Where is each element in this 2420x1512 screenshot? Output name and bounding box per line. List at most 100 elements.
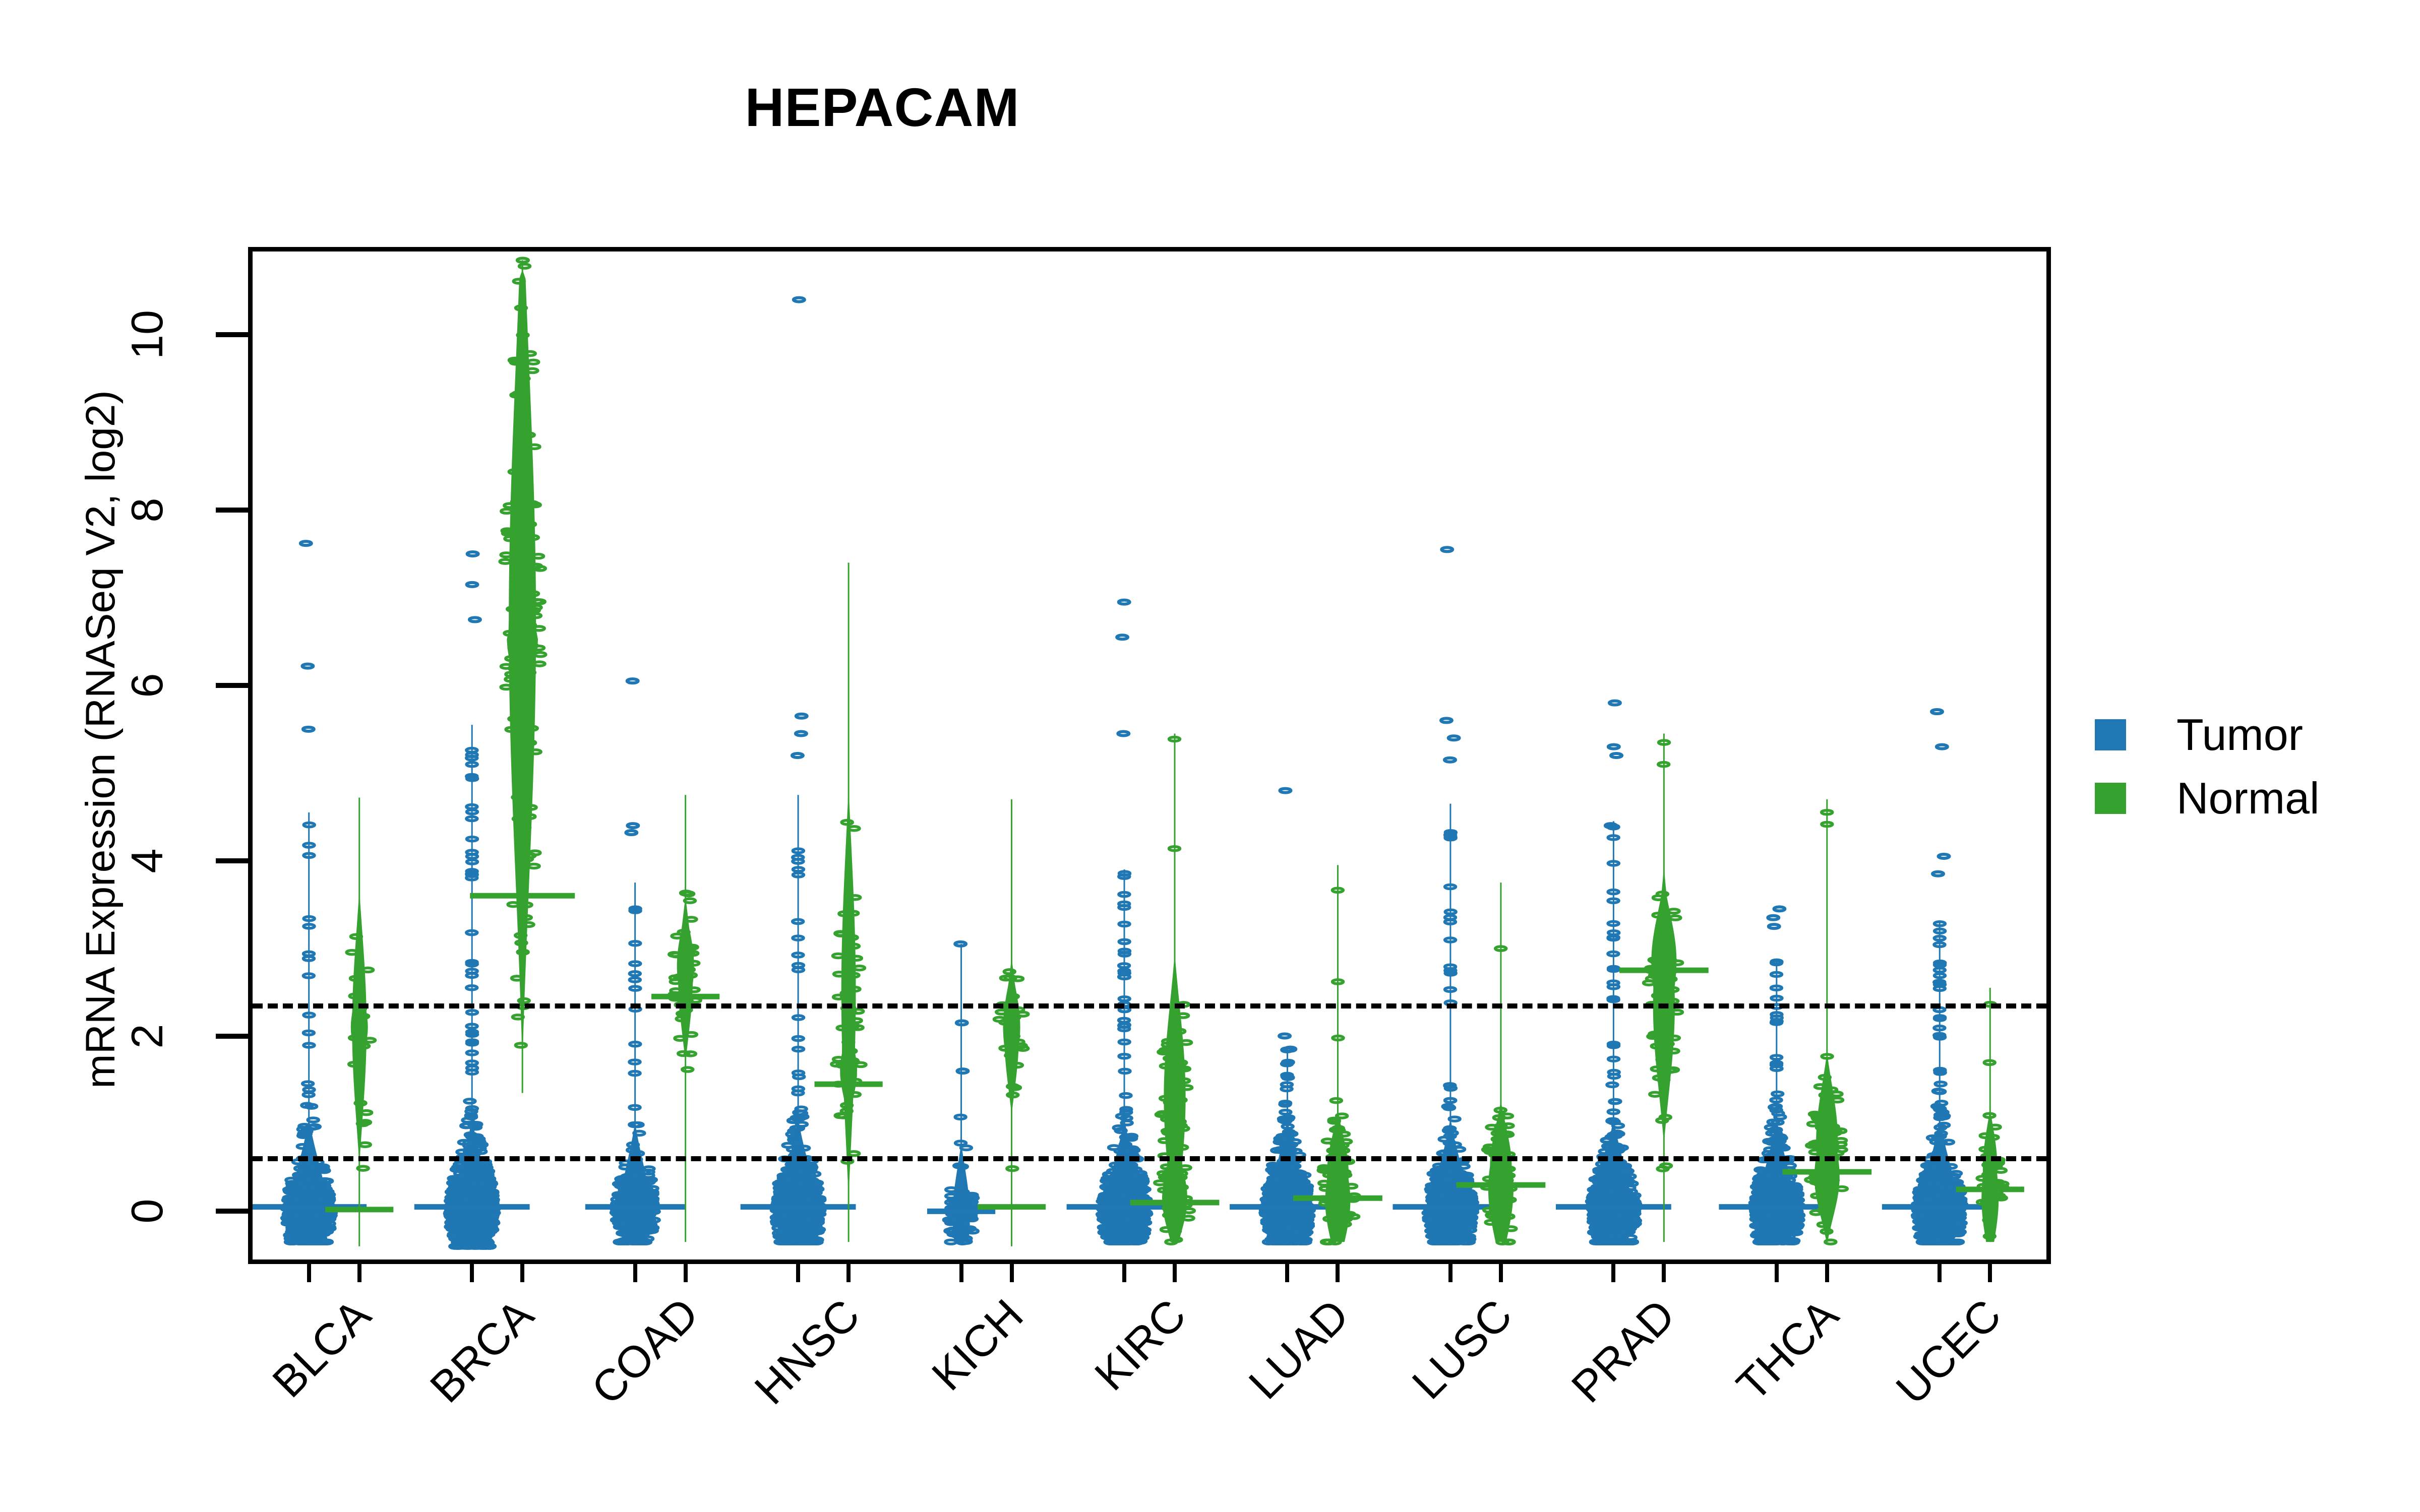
outlier-point [1440,546,1455,553]
legend-item-normal: Normal [2095,767,2320,830]
normal-swarm-column [651,795,720,1242]
x-axis-tick [1173,1264,1177,1282]
outlier-point [624,829,639,837]
y-axis-tick [216,332,248,338]
outlier-point [1767,923,1781,930]
outlier-point [300,662,315,670]
outlier-point [1766,914,1781,921]
x-axis-tick [1662,1264,1666,1282]
x-axis-tick [1988,1264,1992,1282]
x-axis-label-prad: PRAD [1562,1289,1685,1412]
x-axis-tick [1774,1264,1779,1282]
legend-label-tumor: Tumor [2176,710,2303,760]
normal-swarm-column [1619,733,1709,1242]
x-axis-tick [307,1264,311,1282]
x-axis-label-ucec: UCEC [1886,1289,2011,1414]
normal-swarm-column [325,797,394,1246]
x-axis-label-lusc: LUSC [1402,1289,1522,1409]
y-axis-tick-label: 6 [122,673,172,698]
x-axis-label-coad: COAD [581,1288,708,1414]
y-axis-tick [216,682,248,688]
outlier-point [1607,699,1622,707]
outlier-point [1278,1032,1292,1040]
x-axis-tick [1938,1264,1942,1282]
x-axis-tick [846,1264,851,1282]
x-axis-label-thca: THCA [1727,1289,1848,1411]
y-axis-label: mRNA Expression (RNASeq V2, log2) [78,390,124,1089]
x-axis-label-kirc: KIRC [1085,1289,1195,1400]
x-axis-tick [1825,1264,1829,1282]
x-axis-tick [633,1264,637,1282]
outlier-point [1446,734,1461,742]
outlier-point [467,616,482,623]
x-axis-label-luad: LUAD [1239,1289,1359,1409]
legend-item-tumor: Tumor [2095,703,2320,767]
outlier-point [1439,717,1454,724]
legend-swatch-normal [2095,783,2126,814]
y-axis-tick-label: 4 [122,848,172,873]
outlier-point [625,677,640,685]
y-axis-tick [216,858,248,863]
tumor-swarm-column [1882,708,1998,1245]
outlier-point [792,296,806,303]
y-axis-tick-label: 10 [122,310,172,360]
outlier-point [1931,870,1946,877]
threshold-line [253,1003,2046,1009]
tumor-swarm-column [253,540,367,1245]
x-axis-label-kich: KICH [922,1289,1033,1400]
outlier-point [1937,853,1951,860]
x-axis-tick [1009,1264,1014,1282]
outlier-point [955,1067,970,1075]
outlier-point [1934,743,1949,750]
y-axis-tick [216,508,248,513]
outlier-point [298,540,313,547]
threshold-line [253,1156,2046,1161]
outlier-point [301,725,316,733]
outlier-point [1609,752,1624,759]
outlier-point [790,752,805,759]
normal-swarm-column [977,799,1046,1246]
normal-swarm-column [1130,733,1220,1245]
outlier-point [1115,634,1130,641]
y-axis-tick [216,1033,248,1039]
x-axis-tick [796,1264,801,1282]
y-axis-tick-label: 8 [122,497,172,523]
x-axis-tick [520,1264,525,1282]
x-axis-tick [1448,1264,1453,1282]
x-axis-tick [683,1264,688,1282]
chart-title: HEPACAM [745,77,1020,138]
x-axis-tick [1336,1264,1340,1282]
plot-area [248,247,2051,1264]
y-axis-tick-label: 0 [122,1199,172,1224]
outlier-point [465,581,479,588]
outlier-point [1442,756,1457,764]
beeswarm-layer [253,257,2024,1250]
x-axis-tick [1611,1264,1616,1282]
x-axis-tick [959,1264,963,1282]
x-axis-label-brca: BRCA [420,1289,543,1412]
tumor-swarm-column [927,940,996,1245]
x-axis-tick [470,1264,474,1282]
outlier-point [794,712,809,720]
y-axis-tick [216,1209,248,1214]
outlier-point [1116,730,1131,737]
legend-label-normal: Normal [2176,773,2320,823]
outlier-point [1117,598,1131,606]
outlier-point [626,822,640,830]
outlier-point [1929,708,1944,716]
outlier-point [1278,787,1293,794]
y-axis-tick-label: 2 [122,1024,172,1048]
outlier-point [794,730,808,737]
x-axis-label-hnsc: HNSC [745,1289,869,1414]
x-axis-tick [1122,1264,1126,1282]
x-axis-tick [1498,1264,1503,1282]
normal-swarm-column [814,562,883,1242]
x-axis-tick [357,1264,361,1282]
legend-swatch-tumor [2095,719,2126,750]
x-axis-label-blca: BLCA [262,1289,380,1407]
tumor-swarm-column [1066,598,1182,1245]
tumor-swarm-column [740,296,856,1245]
outlier-point [465,550,480,557]
normal-swarm-column [470,257,575,1093]
x-axis-tick [1285,1264,1290,1282]
